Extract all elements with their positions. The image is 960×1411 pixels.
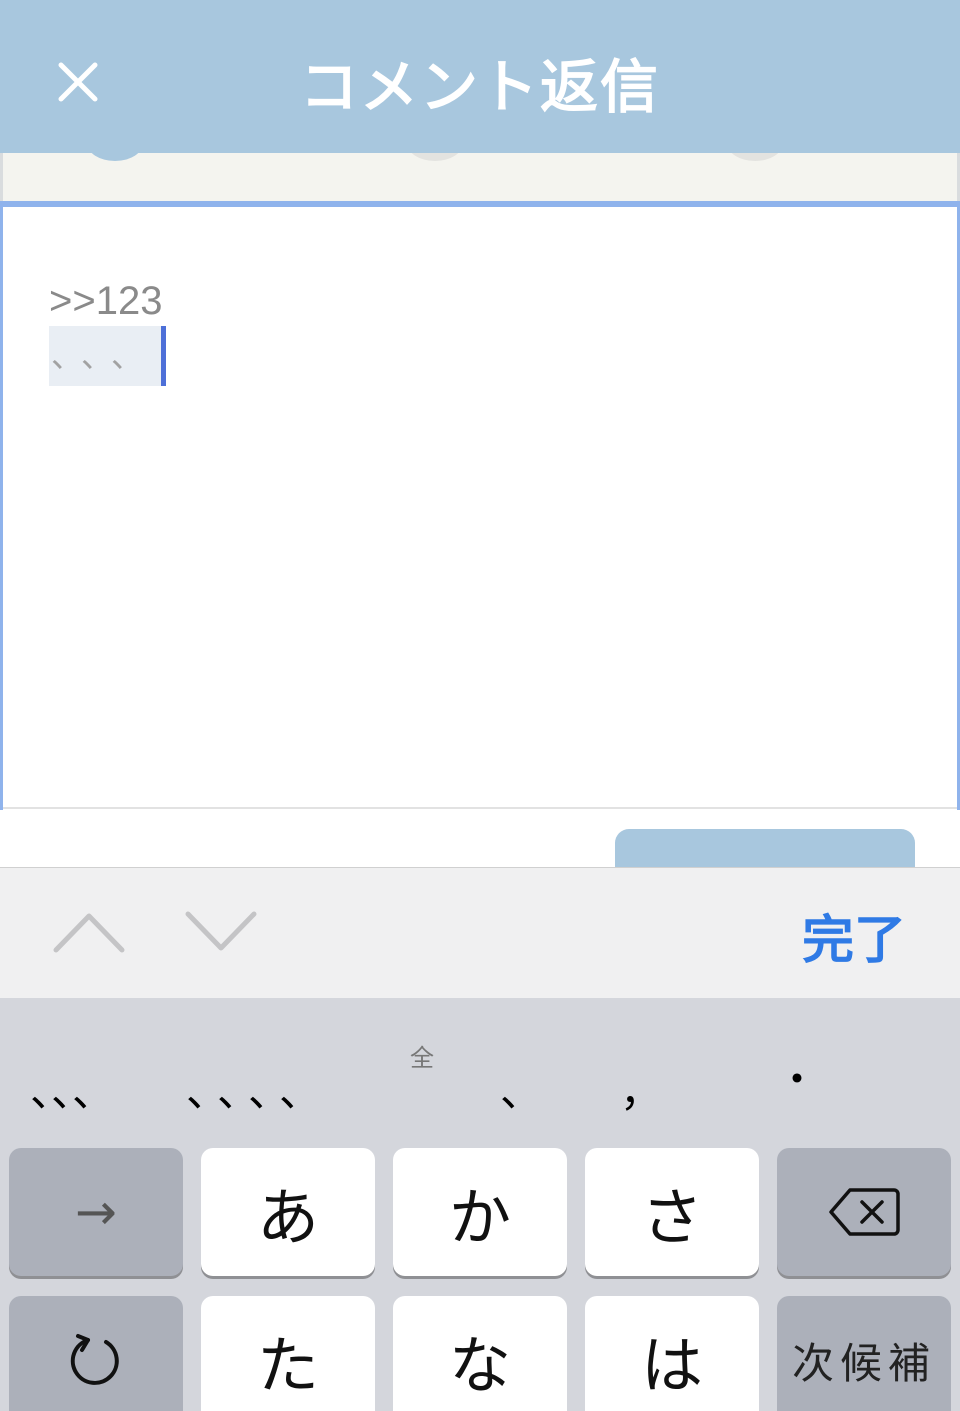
arrow-key[interactable]: → [9,1148,183,1276]
candidate-item[interactable]: ・ [776,1046,818,1107]
candidate-item[interactable]: ， [620,1058,662,1119]
input-accessory-toolbar: 完了 [0,867,960,998]
candidate-item[interactable]: 、 [500,1058,542,1119]
arrow-right-icon: → [75,1183,117,1241]
composition-line: 、、、 [49,325,167,387]
key-ka[interactable]: か [393,1148,567,1276]
key-a[interactable]: あ [201,1148,375,1276]
strip-indicator [407,153,463,161]
submit-button[interactable] [615,829,915,867]
next-candidate-label: 次候補 [791,1338,936,1388]
key-sa[interactable]: さ [585,1148,759,1276]
form-footer [3,807,957,867]
delete-key[interactable] [777,1148,951,1276]
next-candidate-key[interactable]: 次候補 [777,1296,951,1411]
delete-backward-icon [829,1188,900,1236]
undo-key[interactable] [9,1296,183,1411]
done-button[interactable]: 完了 [802,898,906,973]
undo-icon [70,1334,119,1385]
reply-reference: >>123 [49,279,163,323]
chevron-up-icon[interactable] [52,906,126,956]
chevron-down-icon[interactable] [184,906,258,956]
text-caret [161,326,167,386]
marked-text: 、、、 [49,326,162,386]
key-na[interactable]: な [393,1296,567,1411]
strip-indicator-active [87,153,143,161]
navigation-header: コメント返信 [0,0,960,153]
key-ha[interactable]: は [585,1296,759,1411]
comment-textarea[interactable]: >>123 、、、 [0,201,960,810]
strip-indicator [727,153,783,161]
tab-strip [0,153,960,201]
japanese-keyboard: 、、、 、、、、 全 、 ， ・ → あ か さ た な は 次候補 [0,998,960,1411]
candidate-note: 全 [410,1044,434,1072]
candidate-item[interactable]: 、、、、 [186,1058,331,1119]
candidate-item[interactable]: 、、、 [30,1058,114,1119]
key-ta[interactable]: た [201,1296,375,1411]
page-title: コメント返信 [299,53,660,121]
candidate-bar: 、、、 、、、、 全 、 ， ・ [0,998,960,1146]
